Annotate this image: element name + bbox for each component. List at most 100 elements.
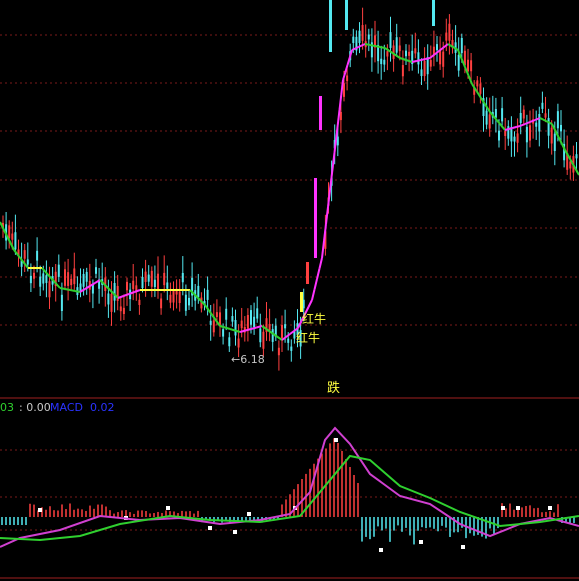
ma-segment xyxy=(416,59,422,62)
indicator-value: : 0.00 xyxy=(19,401,51,414)
candle-body xyxy=(206,289,209,300)
candle-body xyxy=(150,270,153,287)
candle-body xyxy=(504,130,507,136)
ma-segment xyxy=(313,278,318,290)
ma-segment xyxy=(508,127,513,130)
candle-body xyxy=(23,250,26,259)
ma-segment xyxy=(318,257,323,269)
candle-body xyxy=(300,292,303,312)
candle-body xyxy=(110,294,113,312)
candle-body xyxy=(57,264,60,277)
ma-segment xyxy=(402,58,407,61)
signal-marker xyxy=(379,548,383,552)
candle-body xyxy=(538,113,541,132)
stock-chart[interactable] xyxy=(0,0,579,581)
ma-segment xyxy=(74,290,81,293)
ma-segment xyxy=(123,293,130,297)
candle-body xyxy=(525,126,528,143)
ma-segment xyxy=(442,43,449,49)
candle-body xyxy=(420,69,423,77)
candle-body xyxy=(122,307,125,315)
ma-segment xyxy=(219,325,226,329)
candle-body xyxy=(271,329,274,342)
candle-body xyxy=(386,51,389,57)
ma-segment xyxy=(13,249,19,256)
candle-body xyxy=(380,58,383,65)
candle-body xyxy=(488,114,491,129)
ma-segment xyxy=(311,289,316,301)
candle-body xyxy=(82,274,85,287)
ma-segment xyxy=(545,120,550,124)
candle-body xyxy=(188,297,190,306)
candle-body xyxy=(498,130,500,141)
candle-body xyxy=(225,308,228,320)
ma-segment xyxy=(211,314,218,322)
ma-segment xyxy=(405,59,410,62)
candle-body xyxy=(212,320,215,333)
ma-segment xyxy=(379,46,386,49)
candle-body xyxy=(541,102,544,109)
candle-body xyxy=(42,273,45,284)
candle-body xyxy=(519,113,522,123)
ma-segment xyxy=(346,57,351,66)
ma-segment xyxy=(250,326,257,330)
ma-segment xyxy=(500,124,506,131)
candle-body xyxy=(184,294,187,311)
signal-marker xyxy=(208,526,212,530)
candle-body xyxy=(144,271,147,283)
candle-body xyxy=(513,136,516,142)
ma-segment xyxy=(189,289,195,295)
candle-body xyxy=(268,323,271,331)
candle-body xyxy=(290,346,293,351)
candle-body xyxy=(389,32,392,48)
ma-segment xyxy=(64,288,71,291)
ma-segment xyxy=(542,118,547,122)
candle-body xyxy=(234,320,237,336)
candle-body xyxy=(352,36,355,44)
signal-marker xyxy=(501,506,505,510)
ma-segment xyxy=(354,46,359,50)
candle-body xyxy=(535,122,538,127)
candle-body xyxy=(529,125,531,141)
ma-segment xyxy=(325,206,329,225)
candle-body xyxy=(246,315,249,329)
candle-body xyxy=(26,259,29,265)
ma-segment xyxy=(321,240,325,259)
signal-marker xyxy=(233,530,237,534)
candle-body xyxy=(219,312,221,325)
candle-body xyxy=(67,272,70,286)
candle-body xyxy=(141,276,144,289)
signal-label: 红牛 xyxy=(302,312,327,326)
ma-segment xyxy=(408,60,413,63)
ma-segment xyxy=(515,125,521,128)
ma-segment xyxy=(524,121,531,125)
candle-body xyxy=(306,262,309,284)
candle-body xyxy=(33,272,35,279)
candle-body xyxy=(113,282,116,301)
candle-body xyxy=(209,320,212,325)
candle-body xyxy=(64,269,66,286)
candle-body xyxy=(163,272,166,286)
candle-body xyxy=(48,281,51,298)
candle-body xyxy=(429,60,432,67)
candle-body xyxy=(494,109,497,118)
ma-segment xyxy=(204,304,210,311)
ma-segment xyxy=(449,44,454,48)
candle-body xyxy=(544,113,547,118)
candle-body xyxy=(45,275,48,283)
candle-body xyxy=(314,178,317,258)
candle-body xyxy=(417,52,420,65)
candle-body xyxy=(281,325,283,338)
candle-body xyxy=(448,23,451,41)
dif-line xyxy=(0,426,579,548)
ma-segment xyxy=(117,295,124,299)
ma-segment xyxy=(420,58,426,61)
candle-body xyxy=(436,44,438,51)
signal-marker xyxy=(516,506,520,510)
candle-body xyxy=(107,293,110,305)
candle-body xyxy=(39,276,42,287)
signal-marker xyxy=(166,506,170,510)
candle-body xyxy=(60,294,63,312)
candle-body xyxy=(73,268,76,285)
candle-body xyxy=(556,111,559,129)
